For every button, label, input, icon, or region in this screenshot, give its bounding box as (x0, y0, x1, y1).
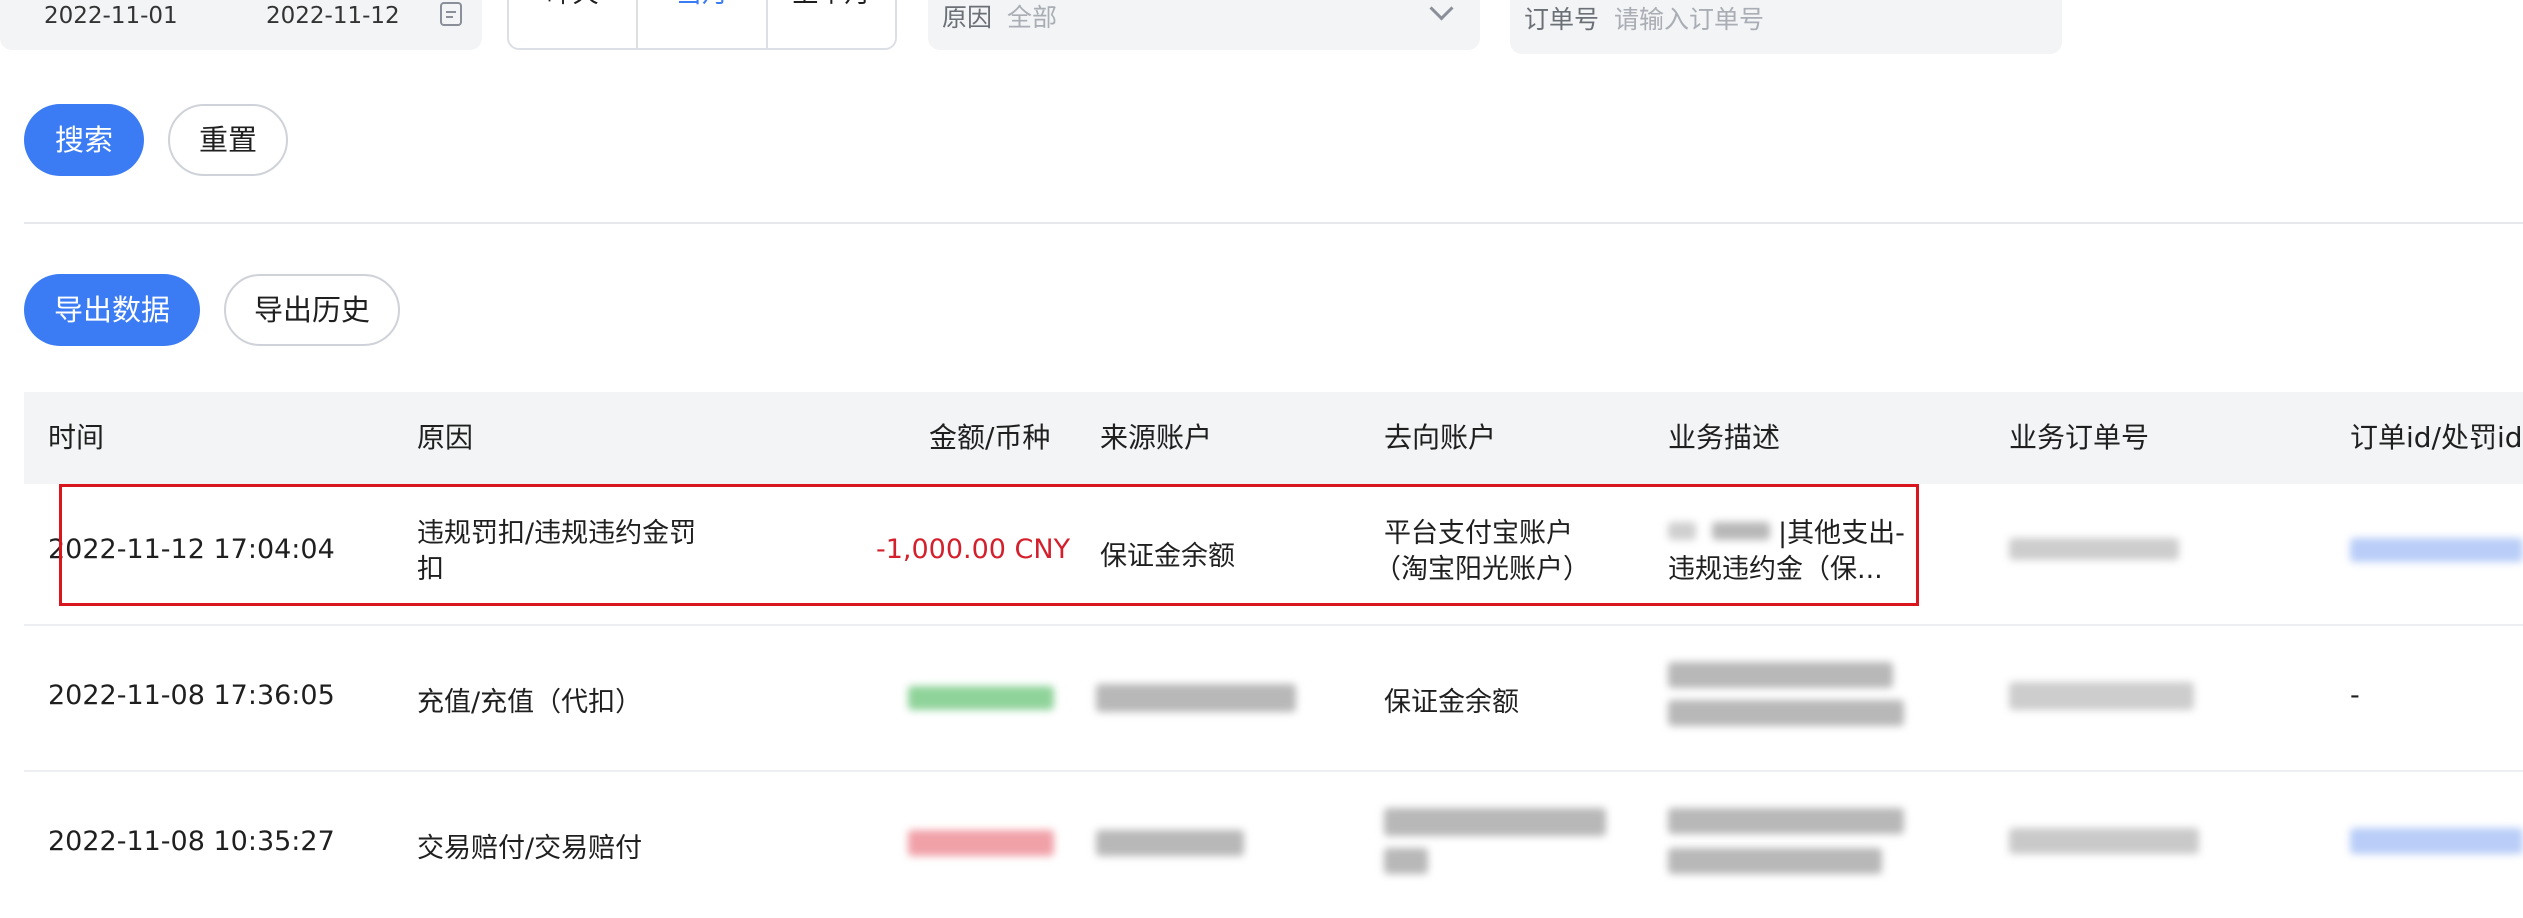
row-time: 2022-11-08 17:36:05 (48, 680, 335, 711)
redacted-order-link[interactable] (2350, 538, 2523, 562)
header-target-account: 去向账户 (1384, 421, 1497, 454)
header-order-id: 订单id/处罚id (2350, 421, 2523, 454)
order-number-field[interactable]: 订单号 请输入订单号 (1510, 0, 2062, 54)
redacted-target-account (1384, 808, 1606, 836)
redacted-description (1668, 848, 1882, 874)
row-reason: 交易赔付/交易赔付 (417, 833, 643, 864)
redacted-order-link[interactable] (2350, 828, 2523, 854)
redacted-business-order (2009, 828, 2199, 854)
redacted-business-order (2009, 538, 2179, 560)
table-header: 时间 原因 金额/币种 来源账户 去向账户 业务描述 业务订单号 订单id/处罚… (24, 392, 2523, 484)
chevron-down-icon[interactable] (1429, 0, 1454, 21)
table-row[interactable]: 2022-11-08 17:36:05 充值/充值（代扣） 保证金余额 - (0, 626, 2523, 770)
search-button[interactable]: 搜索 (24, 104, 144, 176)
row-reason: 充值/充值（代扣） (417, 687, 643, 718)
redacted-amount (908, 830, 1054, 856)
reason-select[interactable]: 原因 全部 (928, 0, 1480, 50)
reason-value: 全部 (1007, 3, 1058, 32)
redacted-amount (908, 686, 1054, 710)
redacted-source-account (1096, 684, 1296, 712)
table-row[interactable]: 2022-11-08 10:35:27 交易赔付/交易赔付 (0, 772, 2523, 918)
redacted-business-order (2009, 682, 2194, 710)
reset-button[interactable]: 重置 (168, 104, 288, 176)
row-time: 2022-11-08 10:35:27 (48, 826, 335, 857)
range-yesterday[interactable]: 昨天 (509, 0, 636, 48)
redacted-description (1668, 662, 1893, 688)
divider (24, 222, 2523, 224)
order-input-placeholder[interactable]: 请输入订单号 (1614, 0, 1764, 36)
redacted-source-account (1096, 830, 1244, 856)
header-time: 时间 (48, 421, 105, 454)
highlight-box (59, 484, 1919, 606)
reason-label: 原因 (942, 3, 993, 32)
header-description: 业务描述 (1668, 421, 1781, 454)
header-source-account: 来源账户 (1100, 421, 1213, 454)
start-date[interactable]: 2022-11-01 (44, 0, 178, 32)
export-data-button[interactable]: 导出数据 (24, 274, 200, 346)
end-date[interactable]: 2022-11-12 (266, 0, 400, 32)
redacted-description (1668, 808, 1904, 834)
export-history-button[interactable]: 导出历史 (224, 274, 400, 346)
quick-range-segment[interactable]: 昨天 当月 上个月 (507, 0, 897, 50)
date-range-picker[interactable]: 2022-11-01 2022-11-12 (0, 0, 482, 50)
header-reason: 原因 (417, 421, 474, 454)
header-business-order: 业务订单号 (2009, 421, 2150, 454)
calendar-icon[interactable] (440, 2, 462, 26)
redacted-target-account (1384, 848, 1428, 874)
row-target-account: 保证金余额 (1384, 687, 1519, 718)
range-last-month[interactable]: 上个月 (765, 0, 895, 48)
range-this-month[interactable]: 当月 (636, 0, 765, 48)
row-order-id: - (2350, 680, 2360, 711)
order-label: 订单号 (1524, 5, 1600, 34)
redacted-description (1668, 700, 1904, 726)
header-amount: 金额/币种 (929, 421, 1051, 454)
